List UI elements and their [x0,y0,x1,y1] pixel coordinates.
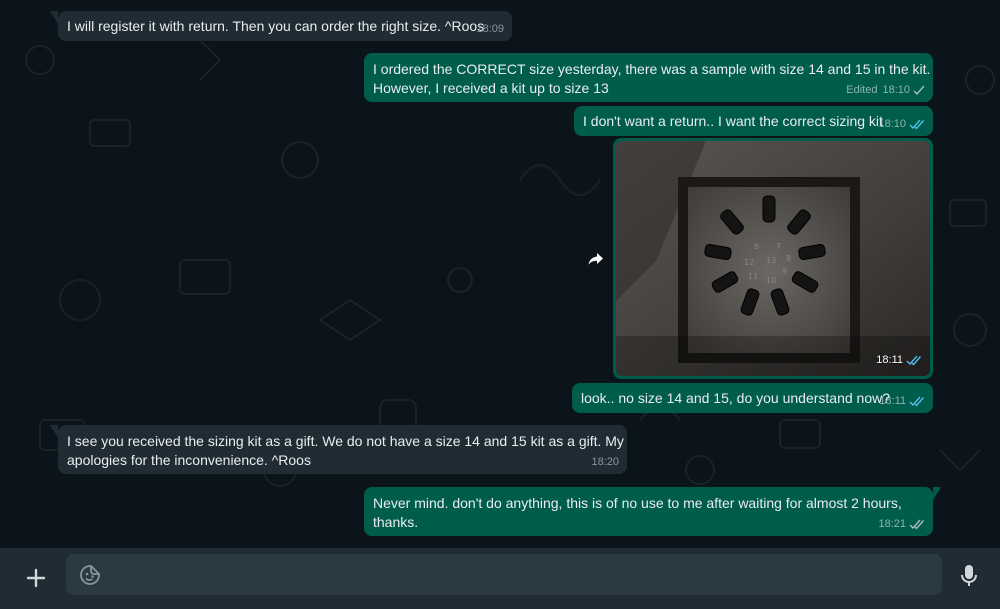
double-check-read-icon [906,355,922,366]
attach-button[interactable] [20,562,52,594]
photo-drawing: 6 7 8 9 10 11 12 13 [616,141,930,376]
message-outgoing-image[interactable]: 6 7 8 9 10 11 12 13 18:11 [613,138,933,379]
forward-button[interactable] [583,246,609,272]
message-text-line-1: Never mind. don't do anything, this is o… [373,495,902,511]
ring-label: 12 [744,258,754,267]
ring-label: 10 [766,276,776,285]
message-meta: 18:10 [878,117,925,131]
ring-label: 7 [776,242,781,251]
ring-label: 6 [754,242,759,251]
timestamp: 18:11 [879,395,906,407]
message-composer[interactable] [66,554,942,597]
sticker-emoji-icon [80,565,100,585]
message-time: 18:09 [476,22,504,36]
edited-label: Edited [846,84,878,96]
message-text-line-2: However, I received a kit up to size 13 [373,80,609,96]
ring-label: 13 [766,256,776,265]
message-text: look.. no size 14 and 15, do you underst… [581,390,890,406]
sizing-kit-photo[interactable]: 6 7 8 9 10 11 12 13 18:11 [616,141,930,376]
forward-icon [588,253,603,265]
message-outgoing-7[interactable]: Never mind. don't do anything, this is o… [364,487,941,536]
chat-scrollbar[interactable] [996,0,1000,548]
chat-panel: I will register it with return. Then you… [0,0,1000,548]
message-input[interactable] [114,554,928,597]
message-meta: 18:11 [879,394,925,408]
message-incoming-1[interactable]: I will register it with return. Then you… [50,11,512,41]
ring-label: 9 [782,267,787,276]
image-meta: 18:11 [876,351,922,370]
microphone-icon [961,565,977,586]
ring-label: 8 [786,254,791,263]
message-outgoing-5[interactable]: look.. no size 14 and 15, do you underst… [572,383,933,413]
emoji-button[interactable] [78,563,102,587]
message-text-line-1: I see you received the sizing kit as a g… [67,433,624,449]
message-text: I will register it with return. Then you… [67,18,485,34]
timestamp: 18:09 [476,23,504,35]
message-text-line-2: thanks. [373,514,419,530]
composer-bar [0,548,1000,609]
timestamp: 18:11 [876,354,903,366]
single-check-icon [913,85,925,96]
message-meta: Edited 18:10 [846,83,925,97]
double-check-icon [909,519,925,530]
ring-label: 11 [748,272,758,281]
message-text-line-1: I ordered the CORRECT size yesterday, th… [373,61,931,77]
voice-message-button[interactable] [957,563,981,589]
double-check-read-icon [909,396,925,407]
message-text-line-2: apologies for the inconvenience. ^Roos [67,452,311,468]
timestamp: 18:10 [878,118,906,130]
message-meta: 18:20 [591,455,619,469]
timestamp: 18:10 [882,84,910,96]
message-outgoing-3[interactable]: I don't want a return.. I want the corre… [574,106,933,136]
plus-icon [26,568,46,588]
double-check-read-icon [909,119,925,130]
message-meta: 18:21 [878,517,925,531]
message-text: I don't want a return.. I want the corre… [583,113,883,129]
message-incoming-6[interactable]: I see you received the sizing kit as a g… [50,425,627,474]
timestamp: 18:20 [591,456,619,468]
message-outgoing-2[interactable]: I ordered the CORRECT size yesterday, th… [364,53,933,102]
timestamp: 18:21 [878,518,906,530]
